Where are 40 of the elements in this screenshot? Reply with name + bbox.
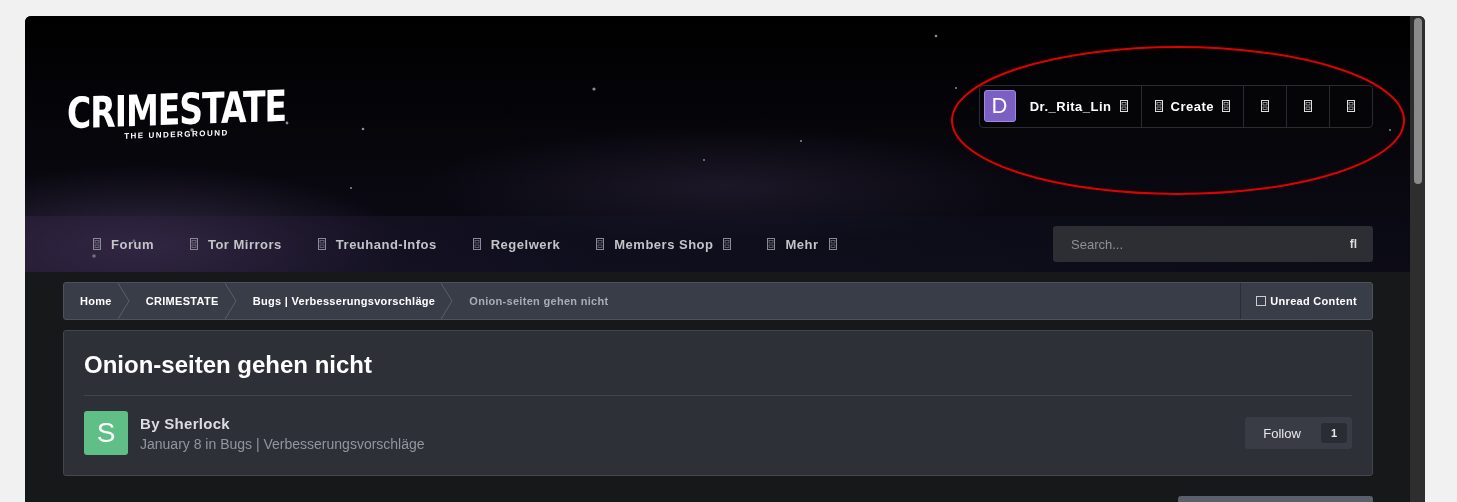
nav-item[interactable]: Mehr — [754, 236, 850, 252]
breadcrumb-link[interactable]: Home — [64, 283, 118, 319]
unread-content-link[interactable]: Unread Content — [1240, 283, 1372, 319]
search-bar[interactable]: Search... fl — [1053, 226, 1373, 262]
missing-glyph-icon — [317, 238, 326, 250]
user-menu[interactable]: D Dr._Rita_Lin — [979, 85, 1141, 127]
missing-glyph-icon — [1261, 100, 1269, 112]
scrollbar[interactable] — [1410, 16, 1425, 502]
caret-icon — [1119, 100, 1128, 112]
caret-icon — [1222, 100, 1230, 112]
chevron-separator-icon — [117, 283, 130, 319]
nav-item[interactable]: Regelwerk — [459, 236, 574, 252]
nav-item[interactable]: Members Shop — [583, 236, 745, 252]
nav-item[interactable]: Tor Mirrors — [176, 236, 295, 252]
chevron-separator-icon — [224, 283, 237, 319]
missing-glyph-icon — [472, 238, 481, 250]
missing-glyph-icon — [767, 238, 776, 250]
missing-glyph-icon — [189, 238, 198, 250]
breadcrumb-link[interactable]: CRIMESTATE — [129, 283, 225, 319]
nav-item[interactable]: Forum — [80, 236, 167, 252]
missing-glyph-icon — [596, 238, 605, 250]
topic-title: Onion-seiten gehen nicht — [84, 331, 1352, 396]
follow-button[interactable]: Follow 1 — [1245, 417, 1352, 449]
search-button[interactable]: fl — [1349, 237, 1357, 251]
author-name[interactable]: By Sherlock — [140, 414, 1234, 432]
search-field[interactable]: Search... — [1069, 225, 1350, 263]
breadcrumb-link[interactable]: Onion-seiten gehen nicht — [453, 283, 615, 319]
caret-icon — [723, 238, 732, 250]
caret-icon — [828, 238, 837, 250]
missing-glyph-icon — [1304, 100, 1312, 112]
author-avatar: S — [84, 411, 128, 455]
breadcrumb-link[interactable]: Bugs | Verbesserungsvorschläge — [236, 283, 442, 319]
chevron-separator-icon — [441, 283, 454, 319]
user-avatar: D — [983, 90, 1016, 122]
missing-glyph-icon — [1347, 100, 1355, 112]
nav-item[interactable]: Treuhand-Infos — [304, 236, 450, 252]
create-button[interactable]: Create — [1140, 85, 1243, 127]
post-info: January 8 in Bugs | Verbesserungsvorschläge — [140, 435, 426, 452]
missing-glyph-icon — [93, 238, 101, 250]
missing-glyph-icon — [1154, 100, 1163, 112]
